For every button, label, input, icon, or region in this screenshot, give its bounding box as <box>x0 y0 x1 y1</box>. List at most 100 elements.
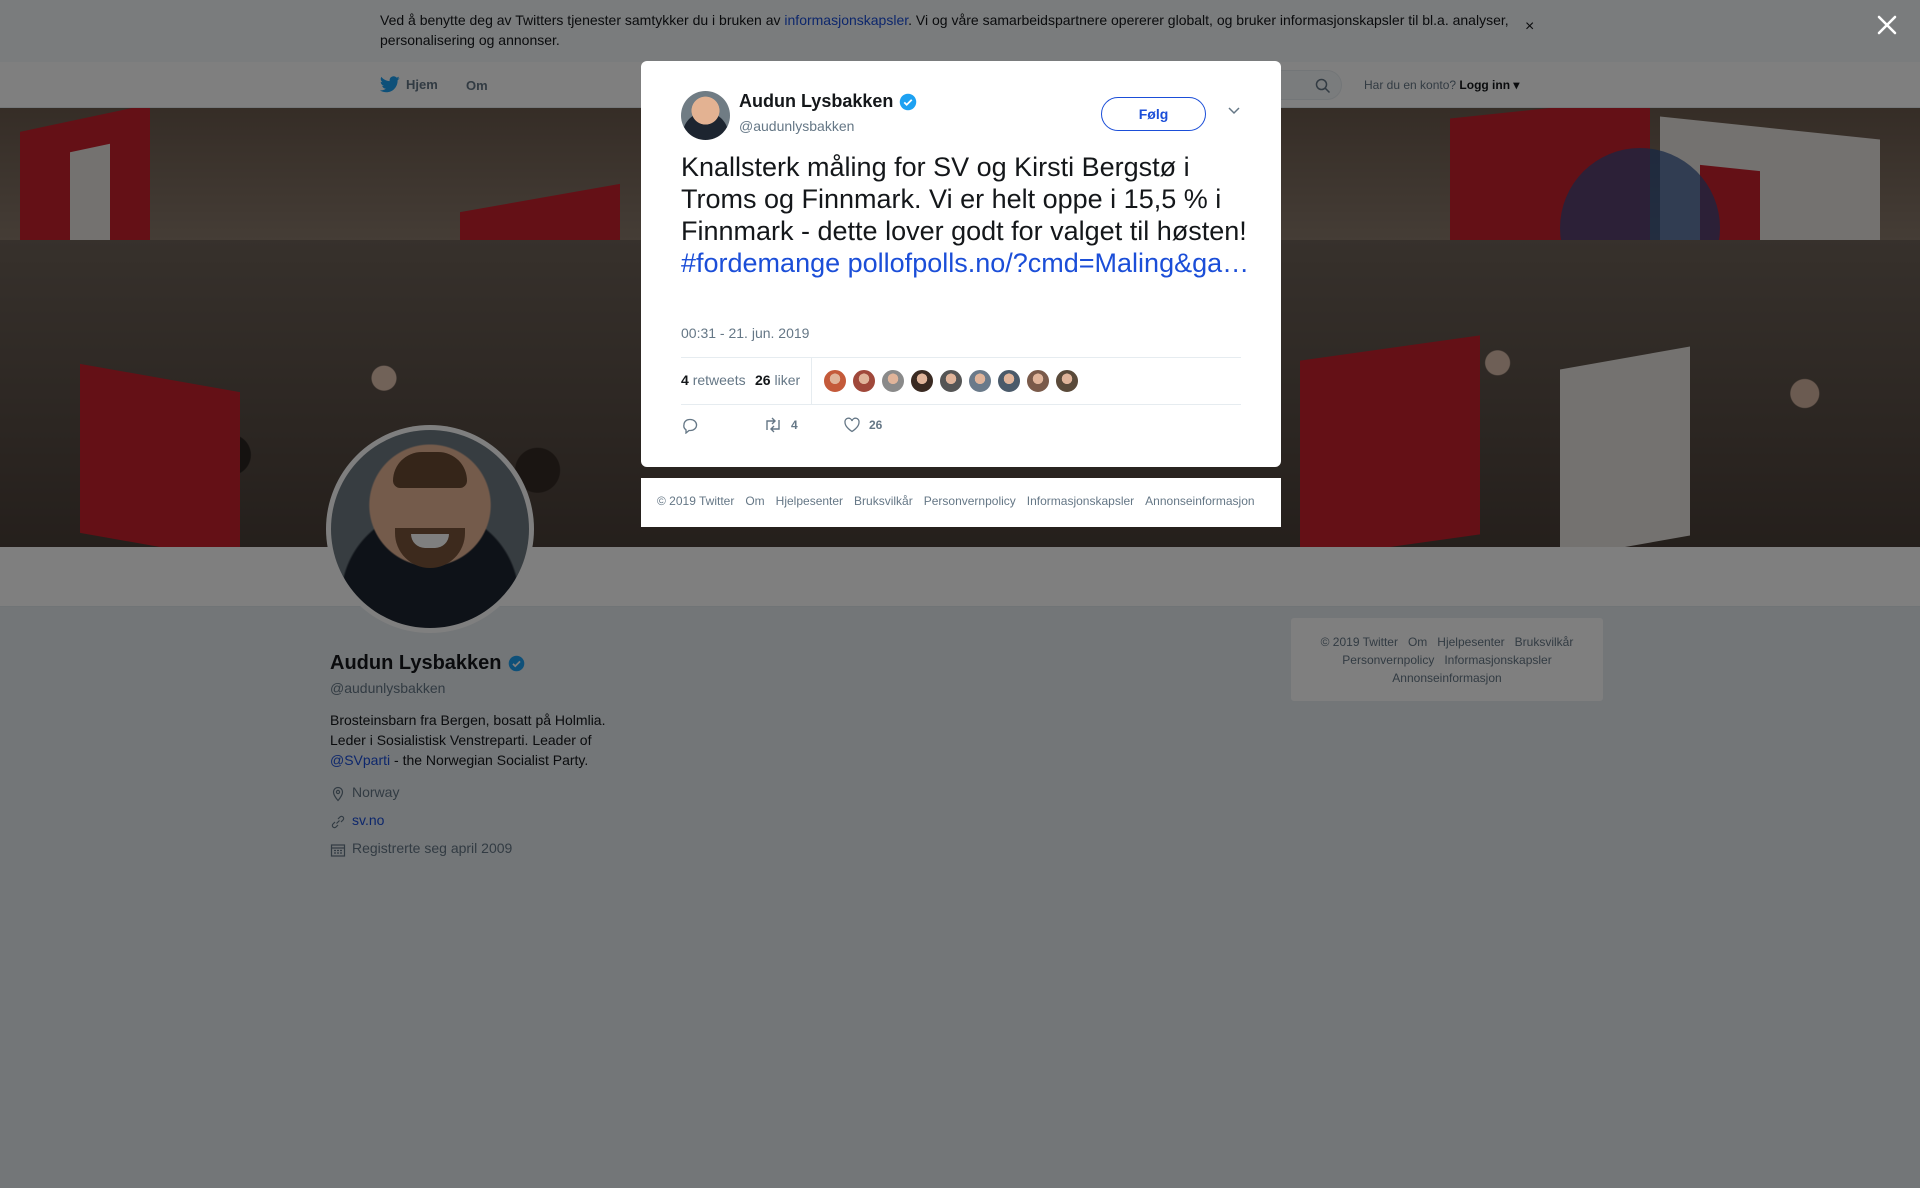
nav-home-link[interactable]: Hjem <box>380 76 438 93</box>
nav-home-label: Hjem <box>406 77 438 92</box>
website-link[interactable]: sv.no <box>352 812 384 828</box>
footer-row: © 2019 Twitter Om Hjelpesenter Bruksvilkår <box>1291 633 1603 651</box>
liker-avatar[interactable] <box>823 369 847 393</box>
bio-line: Brosteinsbarn fra Bergen, bosatt på Holm… <box>330 712 606 728</box>
profile-joined: Registrerte seg april 2009 <box>330 838 512 858</box>
verified-badge-icon <box>900 93 917 110</box>
likes-label: liker <box>774 372 801 388</box>
nav-about-link[interactable]: Om <box>466 78 488 93</box>
profile-bio: Brosteinsbarn fra Bergen, bosatt på Holm… <box>330 710 630 770</box>
avatar-photo <box>331 430 529 628</box>
liker-avatar[interactable] <box>910 369 934 393</box>
cookie-link[interactable]: informasjonskapsler <box>784 12 908 28</box>
tweet-stats: 4 retweets 26 liker <box>681 357 1241 405</box>
profile-name-text: Audun Lysbakken <box>330 652 502 674</box>
account-prompt-text: Har du en konto? <box>1364 78 1457 92</box>
retweet-button[interactable]: 4 <box>763 416 798 434</box>
tweet-text: Knallsterk måling for SV og Kirsti Bergs… <box>681 151 1251 279</box>
login-label: Logg inn <box>1459 78 1511 92</box>
joined-text: Registrerte seg april 2009 <box>352 840 513 856</box>
verified-badge-icon <box>508 655 524 672</box>
liker-avatar[interactable] <box>1055 369 1079 393</box>
reply-button[interactable] <box>681 416 699 434</box>
reply-icon <box>683 418 698 434</box>
chevron-down-icon[interactable] <box>1227 105 1241 115</box>
liker-avatar[interactable] <box>852 369 876 393</box>
modal-footer: © 2019 Twitter Om Hjelpesenter Bruksvilkår P… <box>641 478 1281 527</box>
flag-shape <box>80 363 240 547</box>
flag-shape <box>1560 346 1690 547</box>
calendar-icon <box>330 844 346 857</box>
profile-name[interactable]: Audun Lysbakken <box>330 652 525 675</box>
tweet-timestamp[interactable]: 00:31 - 21. jun. 2019 <box>681 325 809 341</box>
caret-down-icon: ▾ <box>1513 78 1520 92</box>
retweets-stat[interactable]: 4 retweets <box>681 372 746 388</box>
cookie-banner: Ved å benytte deg av Twitters tjenester … <box>0 0 1920 62</box>
liker-avatars <box>823 369 1084 393</box>
tweet-url-link[interactable]: pollofpolls.no/?cmd=Maling&ga… <box>848 248 1249 278</box>
account-prompt: Har du en konto? Logg inn ▾ <box>1364 78 1519 92</box>
cookie-text: Ved å benytte deg av Twitters tjenester … <box>380 10 1530 50</box>
like-button[interactable]: 26 <box>843 416 882 434</box>
tweet-author-name-text: Audun Lysbakken <box>739 91 894 111</box>
bio-line: @SVparti - the Norwegian Socialist Party… <box>330 750 630 770</box>
footer-link-help[interactable]: Hjelpesenter <box>776 494 843 508</box>
close-icon[interactable] <box>1872 10 1902 40</box>
footer-link-terms[interactable]: Bruksvilkår <box>854 494 913 508</box>
bio-line: Leder i Sosialistisk Venstreparti. Leade… <box>330 732 592 748</box>
search-icon <box>1315 78 1331 94</box>
profile-website: sv.no <box>330 810 384 830</box>
footer-link-ads[interactable]: Annonseinformasjon <box>1145 494 1254 508</box>
footer-link-about[interactable]: Om <box>1408 635 1427 649</box>
footer-row: Personvernpolicy Informasjonskapsler <box>1291 651 1603 669</box>
stats-divider <box>811 358 812 404</box>
cookie-close-button[interactable]: × <box>1525 18 1534 36</box>
link-icon <box>331 815 345 829</box>
footer-row: Annonseinformasjon <box>1291 669 1603 687</box>
login-link[interactable]: Logg inn ▾ <box>1459 78 1519 92</box>
profile-location: Norway <box>330 782 399 802</box>
footer-link-help[interactable]: Hjelpesenter <box>1437 635 1504 649</box>
footer-link-cookies[interactable]: Informasjonskapsler <box>1027 494 1134 508</box>
likes-count: 26 <box>755 372 771 388</box>
liker-avatar[interactable] <box>881 369 905 393</box>
tweet-author-handle[interactable]: @audunlysbakken <box>739 118 854 134</box>
retweet-count: 4 <box>791 418 798 432</box>
flag-shape <box>70 143 110 253</box>
footer-link-ads[interactable]: Annonseinformasjon <box>1392 671 1501 685</box>
bio-mention-link[interactable]: @SVparti <box>330 752 390 768</box>
liker-avatar[interactable] <box>968 369 992 393</box>
cookie-text-before: Ved å benytte deg av Twitters tjenester … <box>380 12 785 28</box>
side-footer: © 2019 Twitter Om Hjelpesenter Bruksvilkår … <box>1290 617 1604 702</box>
tweet-author-name[interactable]: Audun Lysbakken <box>739 91 917 112</box>
avatar-hair-shape <box>393 452 467 488</box>
footer-link-privacy[interactable]: Personvernpolicy <box>924 494 1016 508</box>
profile-nav-bar <box>0 547 1920 607</box>
flag-shape <box>1300 335 1480 547</box>
location-pin-icon <box>332 786 344 802</box>
liker-avatar[interactable] <box>939 369 963 393</box>
footer-link-cookies[interactable]: Informasjonskapsler <box>1444 653 1551 667</box>
retweets-count: 4 <box>681 372 689 388</box>
footer-copyright[interactable]: © 2019 Twitter <box>657 494 734 508</box>
liker-avatar[interactable] <box>997 369 1021 393</box>
footer-link-terms[interactable]: Bruksvilkår <box>1515 635 1574 649</box>
retweet-icon <box>766 417 780 433</box>
like-count: 26 <box>869 418 883 432</box>
profile-handle[interactable]: @audunlysbakken <box>330 680 445 696</box>
heart-icon <box>844 417 860 433</box>
tweet-body: Knallsterk måling for SV og Kirsti Bergs… <box>681 152 1247 246</box>
tweet-modal: Audun Lysbakken @audunlysbakken Følg Kna… <box>641 61 1281 467</box>
profile-avatar[interactable] <box>326 425 534 633</box>
likes-stat[interactable]: 26 liker <box>755 372 800 388</box>
tweet-author-avatar[interactable] <box>681 91 730 140</box>
footer-link-about[interactable]: Om <box>745 494 764 508</box>
liker-avatar[interactable] <box>1026 369 1050 393</box>
twitter-bird-icon <box>380 76 400 93</box>
footer-copyright[interactable]: © 2019 Twitter <box>1321 635 1398 649</box>
bio-rest-text: - the Norwegian Socialist Party. <box>390 752 589 768</box>
footer-link-privacy[interactable]: Personvernpolicy <box>1342 653 1434 667</box>
location-text: Norway <box>352 784 400 800</box>
tweet-hashtag-link[interactable]: #fordemange <box>681 248 840 278</box>
follow-button[interactable]: Følg <box>1101 97 1206 131</box>
